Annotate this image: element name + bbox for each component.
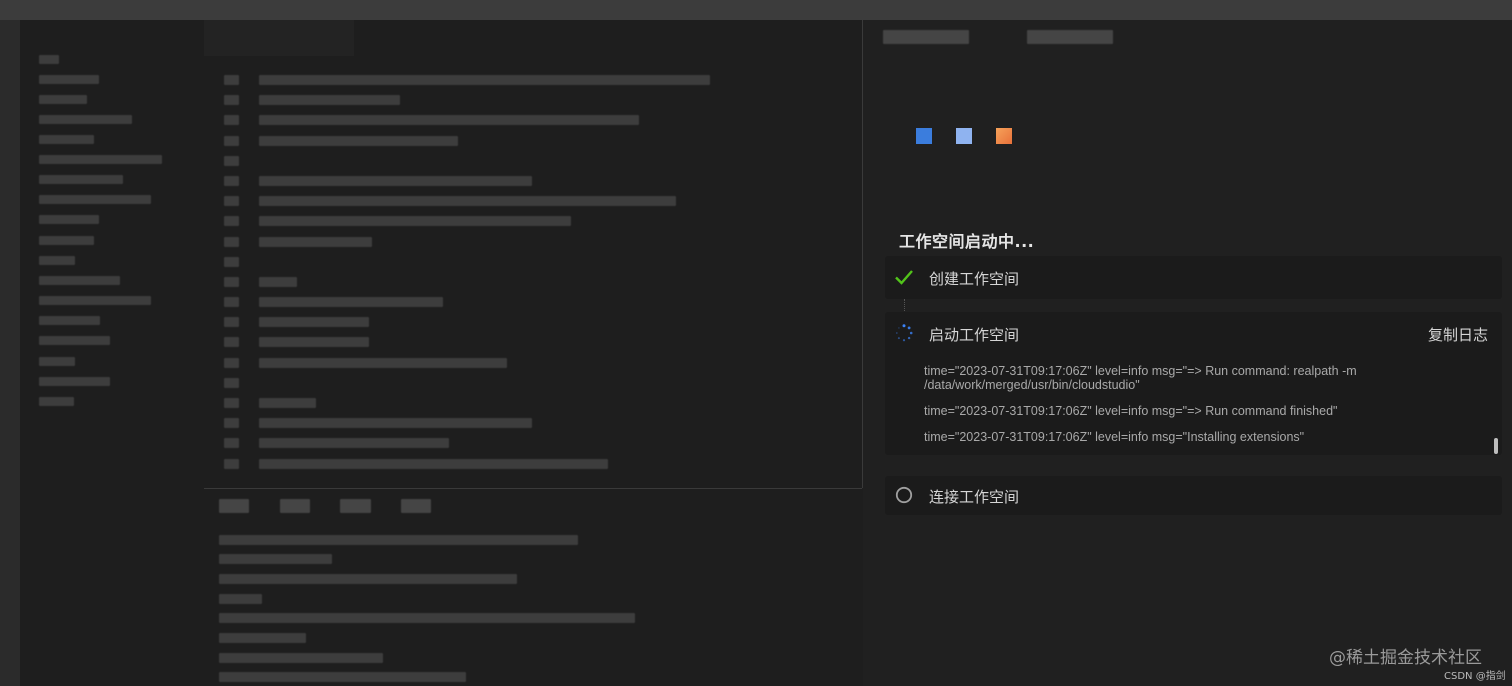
step-start-workspace: 启动工作空间 复制日志 time="2023-07-31T09:17:06Z" … bbox=[885, 312, 1502, 455]
blurred-tab-1 bbox=[883, 30, 969, 44]
logo-blue-square bbox=[916, 128, 932, 144]
copy-log-button[interactable]: 复制日志 bbox=[1428, 324, 1488, 345]
check-icon bbox=[895, 269, 913, 289]
logo-orange-square bbox=[996, 128, 1012, 144]
log-line: time="2023-07-31T09:17:06Z" level=info m… bbox=[924, 404, 1338, 418]
editor-tab bbox=[204, 20, 354, 56]
log-scrollbar[interactable] bbox=[1494, 438, 1498, 454]
step-label: 启动工作空间 bbox=[929, 326, 1020, 344]
logo-lightblue-square bbox=[956, 128, 972, 144]
step-connect-workspace: 连接工作空间 bbox=[885, 476, 1502, 515]
blurred-tab-2 bbox=[1027, 30, 1113, 44]
workspace-status-title: 工作空间启动中... bbox=[899, 232, 1035, 251]
log-line: time="2023-07-31T09:17:06Z" level=info m… bbox=[924, 364, 1357, 392]
step-create-workspace: 创建工作空间 bbox=[885, 256, 1502, 299]
step-label: 创建工作空间 bbox=[929, 270, 1020, 288]
watermark-primary: @稀土掘金技术社区 bbox=[1329, 648, 1482, 668]
blurred-sidebar bbox=[20, 20, 204, 686]
circle-icon bbox=[895, 486, 913, 508]
activity-bar bbox=[0, 20, 20, 686]
watermark-secondary: CSDN @指剑 bbox=[1444, 671, 1506, 682]
spinner-icon bbox=[895, 324, 913, 346]
step-label: 连接工作空间 bbox=[929, 488, 1020, 506]
log-line: time="2023-07-31T09:17:06Z" level=info m… bbox=[924, 430, 1305, 444]
window-titlebar bbox=[0, 0, 1512, 20]
step-connector bbox=[904, 299, 905, 313]
